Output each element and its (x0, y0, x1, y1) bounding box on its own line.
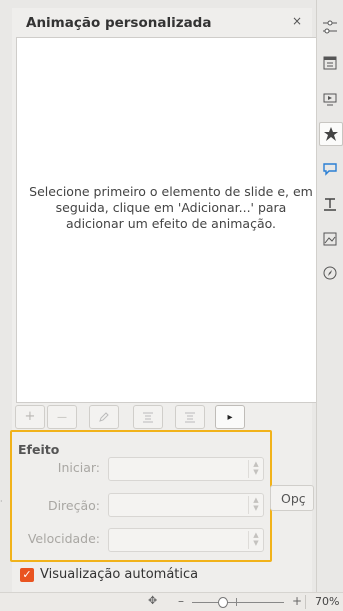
close-icon[interactable]: × (292, 14, 302, 28)
master-slides-icon[interactable] (319, 158, 341, 180)
play-icon: ▸ (227, 412, 233, 423)
start-label: Iniciar: (57, 460, 100, 475)
direction-select[interactable]: ▲ ▼ (108, 493, 264, 517)
animation-list[interactable]: Selecione primeiro o elemento de slide e… (16, 37, 326, 403)
start-select[interactable]: ▲ ▼ (108, 457, 264, 481)
sidebar-deck (316, 0, 343, 592)
status-bar: ✥ – + 70% (0, 592, 343, 611)
options-button[interactable]: Opç (270, 485, 314, 511)
spin-arrows-icon: ▲ ▼ (248, 496, 263, 514)
auto-preview-label[interactable]: Visualização automática (40, 567, 198, 582)
speed-label: Velocidade: (27, 531, 100, 546)
effect-section: Efeito Iniciar: ▲ ▼ Direção: ▲ ▼ Velocidad… (10, 430, 272, 562)
move-up-button[interactable] (133, 405, 163, 429)
speed-select[interactable]: ▲ ▼ (108, 528, 264, 552)
direction-label: Direção: (47, 498, 100, 513)
zoom-out-button[interactable]: – (178, 594, 184, 608)
status-divider (305, 595, 306, 609)
move-up-icon (143, 412, 153, 423)
move-icon: ✥ (148, 594, 158, 607)
gallery-icon[interactable] (319, 228, 341, 250)
remove-effect-button[interactable]: — (47, 405, 77, 429)
spin-arrows-icon: ▲ ▼ (248, 460, 263, 478)
move-down-button[interactable] (175, 405, 205, 429)
zoom-slider-handle[interactable] (218, 597, 228, 608)
slide-transition-icon[interactable] (319, 88, 341, 110)
edit-effect-button[interactable] (89, 405, 119, 429)
animation-star-icon[interactable] (319, 122, 343, 146)
empty-list-message: Selecione primeiro o elemento de slide e… (29, 184, 313, 231)
zoom-in-button[interactable]: + (292, 594, 302, 608)
edge-marker: · (0, 497, 3, 506)
navigator-icon[interactable] (319, 262, 341, 284)
spin-arrows-icon: ▲ ▼ (248, 531, 263, 549)
zoom-level[interactable]: 70% (315, 595, 339, 608)
play-button[interactable]: ▸ (215, 405, 245, 429)
zoom-slider-midmark (236, 598, 237, 606)
add-effect-button[interactable]: + (15, 405, 45, 429)
auto-preview-checkbox[interactable]: ✓ (20, 568, 34, 582)
effect-heading: Efeito (18, 442, 60, 457)
plus-icon: + (24, 409, 36, 424)
page-layout-icon[interactable] (319, 52, 341, 74)
styles-icon[interactable] (319, 193, 341, 215)
zoom-slider-track[interactable] (192, 602, 284, 603)
move-down-icon (185, 412, 195, 423)
pencil-icon (99, 412, 109, 422)
properties-icon[interactable] (319, 16, 341, 38)
minus-icon: — (57, 412, 67, 423)
panel-title: Animação personalizada (26, 15, 212, 31)
panel-header: Animação personalizada × (12, 8, 312, 36)
